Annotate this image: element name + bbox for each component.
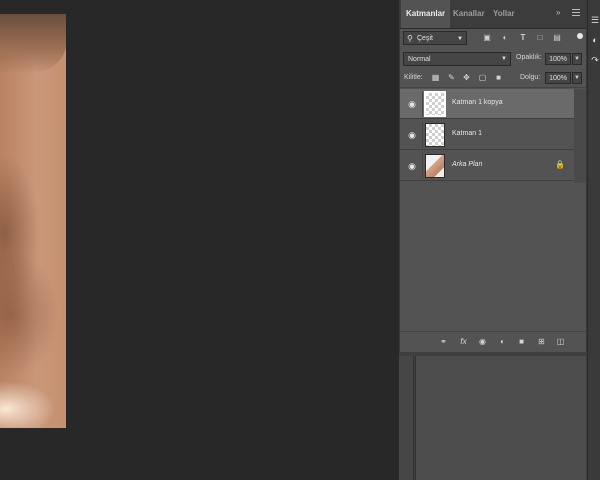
opacity-input[interactable]: 100%: [545, 53, 571, 65]
chevron-down-icon: ▼: [501, 56, 507, 62]
layer-divider: [422, 91, 423, 117]
layer-name[interactable]: Katman 1: [452, 130, 482, 137]
lock-artboard-icon[interactable]: ▢: [477, 72, 488, 83]
layers-panel: Katmanlar Kanallar Yollar » ⚲ Çeşit ▼ ▣ …: [399, 0, 587, 352]
filter-toggle-icon[interactable]: [577, 33, 583, 39]
tab-layers[interactable]: Katmanlar: [401, 0, 451, 28]
adjustment-filter-icon[interactable]: ◐: [500, 33, 510, 43]
blend-mode-select[interactable]: Normal ▼: [403, 52, 511, 66]
image-filter-icon[interactable]: ▣: [482, 33, 492, 43]
tab-paths[interactable]: Yollar: [488, 0, 520, 28]
search-icon: ⚲: [407, 34, 413, 43]
panel-menu-icon[interactable]: [572, 9, 580, 17]
opacity-dropdown-icon[interactable]: ▼: [572, 53, 582, 65]
layer-row[interactable]: ◉ Arka Plan 🔒: [400, 151, 574, 181]
collapse-panel-icon[interactable]: »: [556, 8, 560, 17]
chevron-down-icon: ▼: [457, 36, 463, 42]
lock-row: Kilitle: ▦ ✎ ✥ ▢ ■ Dolgu: 100% ▼: [400, 69, 586, 88]
lock-icon: 🔒: [555, 160, 565, 169]
group-folder-icon[interactable]: ■: [516, 336, 527, 347]
color-icon[interactable]: ◐: [589, 34, 600, 46]
lock-position-icon[interactable]: ✥: [461, 72, 472, 83]
layer-row[interactable]: ◉ Katman 1: [400, 120, 574, 150]
opacity-label: Opaklık:: [516, 54, 542, 61]
lower-panel-dock: [399, 352, 587, 480]
layers-scrollbar[interactable]: [574, 89, 586, 183]
adjustment-layer-icon[interactable]: ◐: [497, 336, 508, 347]
layer-thumbnail: [425, 123, 445, 147]
layers-stack-icon[interactable]: ☰: [589, 14, 600, 26]
filter-type-label: Çeşit: [417, 35, 433, 42]
empty-panel-area: [415, 356, 586, 480]
layers-panel-group: Katmanlar Kanallar Yollar » ⚲ Çeşit ▼ ▣ …: [399, 0, 587, 480]
lock-all-icon[interactable]: ■: [493, 72, 504, 83]
type-filter-icon[interactable]: T: [518, 33, 528, 43]
smart-object-filter-icon[interactable]: ▤: [552, 33, 562, 43]
dock-strip: [399, 356, 414, 480]
filter-row: ⚲ Çeşit ▼ ▣ ◐ T □ ▤: [400, 29, 586, 49]
right-dock: ☰ ◐ ↷: [587, 0, 600, 480]
layer-divider: [422, 153, 423, 179]
image-hair-region: [0, 14, 66, 74]
layers-list: ◉ Katman 1 kopya ◉ Katman 1 ◉ Arka Plan …: [400, 89, 586, 183]
shape-filter-icon[interactable]: □: [535, 33, 545, 43]
paths-icon[interactable]: ↷: [589, 54, 600, 66]
layer-row[interactable]: ◉ Katman 1 kopya: [400, 89, 574, 119]
visibility-eye-icon[interactable]: ◉: [406, 98, 418, 110]
mask-icon[interactable]: ◉: [477, 336, 488, 347]
tab-channels[interactable]: Kanallar: [448, 0, 490, 28]
image-shadow-region: [0, 154, 40, 314]
layers-bottom-toolbar: ⚭ fx ◉ ◐ ■ ⊞ ◫: [400, 331, 586, 352]
fill-dropdown-icon[interactable]: ▼: [572, 72, 582, 84]
lock-image-icon[interactable]: ✎: [446, 72, 457, 83]
layer-divider: [422, 122, 423, 148]
blend-mode-value: Normal: [408, 56, 431, 63]
layer-name[interactable]: Arka Plan: [452, 161, 482, 168]
panel-tab-bar: Katmanlar Kanallar Yollar »: [400, 0, 586, 29]
trash-icon[interactable]: ◫: [555, 336, 566, 347]
visibility-eye-icon[interactable]: ◉: [406, 129, 418, 141]
blend-row: Normal ▼ Opaklık: 100% ▼: [400, 50, 586, 68]
lock-label: Kilitle:: [404, 74, 423, 81]
lock-transparent-icon[interactable]: ▦: [430, 72, 441, 83]
layer-name[interactable]: Katman 1 kopya: [452, 99, 503, 106]
document-image[interactable]: [0, 14, 66, 428]
new-layer-icon[interactable]: ⊞: [536, 336, 547, 347]
visibility-eye-icon[interactable]: ◉: [406, 160, 418, 172]
filter-type-select[interactable]: ⚲ Çeşit ▼: [403, 31, 467, 45]
layer-thumbnail: [425, 154, 445, 178]
canvas-area[interactable]: [0, 0, 400, 480]
fill-label: Dolgu:: [520, 74, 541, 81]
layer-thumbnail: [424, 91, 446, 117]
fill-input[interactable]: 100%: [545, 72, 571, 84]
fx-icon[interactable]: fx: [458, 336, 469, 347]
link-icon[interactable]: ⚭: [438, 336, 449, 347]
